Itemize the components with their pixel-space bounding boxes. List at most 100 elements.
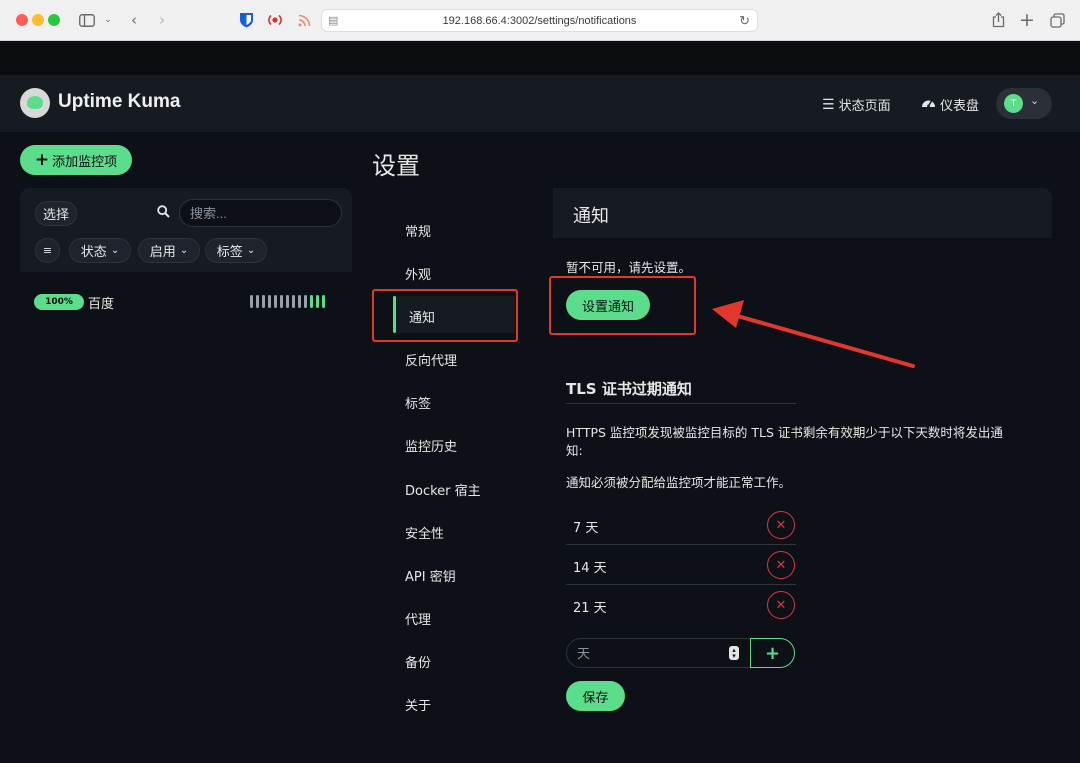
tags-filter-dropdown[interactable]: 标签 ⌄ [205,238,267,263]
brand-title[interactable]: Uptime Kuma [58,91,180,113]
heartbeat-beat-up [322,295,325,308]
day-row: 7 天 ✕ [566,505,796,545]
heartbeat-beat-up [316,295,319,308]
tls-section-title: TLS 证书过期通知 [566,380,692,398]
heartbeat-beat [256,295,259,308]
remove-day-button[interactable]: ✕ [767,511,795,539]
day-row: 21 天 ✕ [566,585,796,625]
monitor-name: 百度 [88,297,115,312]
remove-day-button[interactable]: ✕ [767,591,795,619]
share-icon[interactable] [988,10,1008,30]
rss-icon[interactable] [294,10,314,30]
day-label: 21 天 [573,601,607,616]
settings-menu-item-appearance[interactable]: 外观 [405,264,431,283]
unavailable-text: 暂不可用，请先设置。 [566,260,692,275]
settings-menu-item-general[interactable]: 常规 [405,221,431,240]
heartbeat-beat [286,295,289,308]
reload-icon[interactable]: ↻ [739,13,750,29]
heartbeat-beat [292,295,295,308]
active-filter-dropdown[interactable]: 启用 ⌄ [138,238,200,263]
heartbeat-beat [298,295,301,308]
chevron-down-icon: ⌄ [1030,94,1040,107]
chevron-down-icon: ⌄ [246,245,256,256]
setup-notification-button[interactable]: 设置通知 [566,290,650,320]
zoom-window-button[interactable] [48,14,60,26]
broadcast-icon[interactable] [265,10,285,30]
settings-menu [371,188,553,763]
search-icon [157,205,170,222]
top-band [0,41,1080,75]
tags-filter-label: 标签 [216,245,243,260]
active-filter-label: 启用 [149,245,176,260]
avatar: T [1004,94,1023,113]
page-icon: ▤ [328,15,339,27]
day-label: 14 天 [573,561,607,576]
dashboard-link[interactable]: 仪表盘 [921,95,979,114]
settings-menu-item-proxies[interactable]: 代理 [405,609,431,628]
number-stepper-icon[interactable]: ▴ ▾ [729,646,739,660]
heartbeat-bar [250,295,325,308]
dashboard-label: 仪表盘 [940,99,980,114]
day-input[interactable] [566,638,751,668]
new-tab-icon[interactable]: + [1017,9,1037,31]
add-monitor-button[interactable]: + 添加监控项 [20,145,132,175]
status-pages-label: 状态页面 [838,99,891,114]
tabs-overview-icon[interactable] [1047,10,1067,30]
settings-menu-item-api-keys[interactable]: API 密钥 [405,566,456,585]
page-title: 设置 [372,152,420,180]
day-row: 14 天 ✕ [566,545,796,585]
heartbeat-beat [304,295,307,308]
monitor-list-panel: 选择 ≡ 状态 ⌄ 启用 ⌄ 标签 ⌄ 100% 百度 [20,188,352,763]
select-button[interactable]: 选择 [35,201,77,226]
address-bar[interactable]: ▤ 192.168.66.4:3002/settings/notificatio… [321,9,758,32]
save-button[interactable]: 保存 [566,681,625,711]
uptime-kuma-logo[interactable] [20,88,50,118]
url-text: 192.168.66.4:3002/settings/notifications [442,14,637,27]
settings-menu-item-tags[interactable]: 标签 [405,393,431,412]
add-day-button[interactable]: + [750,638,795,668]
minimize-window-button[interactable] [32,14,44,26]
content-header: 通知 [553,188,1052,238]
heartbeat-beat [280,295,283,308]
status-filter-label: 状态 [80,245,107,260]
browser-toolbar: ⌄ ‹ › ▤ 192.168.66.4:3002/settings/notif… [0,0,1080,41]
settings-menu-item-about[interactable]: 关于 [405,695,431,714]
sidebar-toggle-icon[interactable] [77,10,97,30]
search-input[interactable] [179,199,342,227]
filter-menu-button[interactable]: ≡ [35,238,60,263]
close-window-button[interactable] [16,14,28,26]
chevron-down-icon: ⌄ [179,245,189,256]
back-icon[interactable]: ‹ [124,10,144,30]
monitor-list-toolbar: 选择 ≡ 状态 ⌄ 启用 ⌄ 标签 ⌄ [20,188,352,272]
heartbeat-beat [274,295,277,308]
filter-icon: ≡ [42,244,53,257]
heartbeat-beat [262,295,265,308]
plus-icon: + [34,150,50,170]
forward-icon[interactable]: › [152,10,172,30]
remove-day-button[interactable]: ✕ [767,551,795,579]
app-header: Uptime Kuma ☰ 状态页面 仪表盘 T ⌄ [0,75,1080,132]
heartbeat-beat [268,295,271,308]
settings-menu-item-security[interactable]: 安全性 [405,523,444,542]
tls-description: HTTPS 监控项发现被监控目标的 TLS 证书剩余有效期少于以下天数时将发出通… [566,425,1003,458]
uptime-badge: 100% [34,294,84,310]
status-filter-dropdown[interactable]: 状态 ⌄ [69,238,131,263]
user-menu[interactable]: T ⌄ [996,88,1052,119]
day-label: 7 天 [573,521,599,536]
speedometer-icon [921,96,936,113]
tls-note: 通知必须被分配给监控项才能正常工作。 [566,475,792,490]
status-pages-link[interactable]: ☰ 状态页面 [822,95,891,115]
heartbeat-beat-up [310,295,313,308]
settings-menu-item-docker-hosts[interactable]: Docker 宿主 [405,480,481,499]
settings-menu-item-monitor-history[interactable]: 监控历史 [405,436,457,455]
settings-menu-item-reverse-proxy[interactable]: 反向代理 [405,350,457,369]
monitor-list-item[interactable]: 100% 百度 [34,292,334,312]
chevron-down-icon[interactable]: ⌄ [98,10,118,30]
annotation-arrow-icon [712,300,915,368]
settings-menu-item-backup[interactable]: 备份 [405,652,431,671]
bitwarden-icon[interactable] [236,10,256,30]
list-icon: ☰ [822,96,835,113]
heartbeat-beat [250,295,253,308]
content-title: 通知 [573,206,609,227]
chevron-down-icon: ⌄ [110,245,120,256]
